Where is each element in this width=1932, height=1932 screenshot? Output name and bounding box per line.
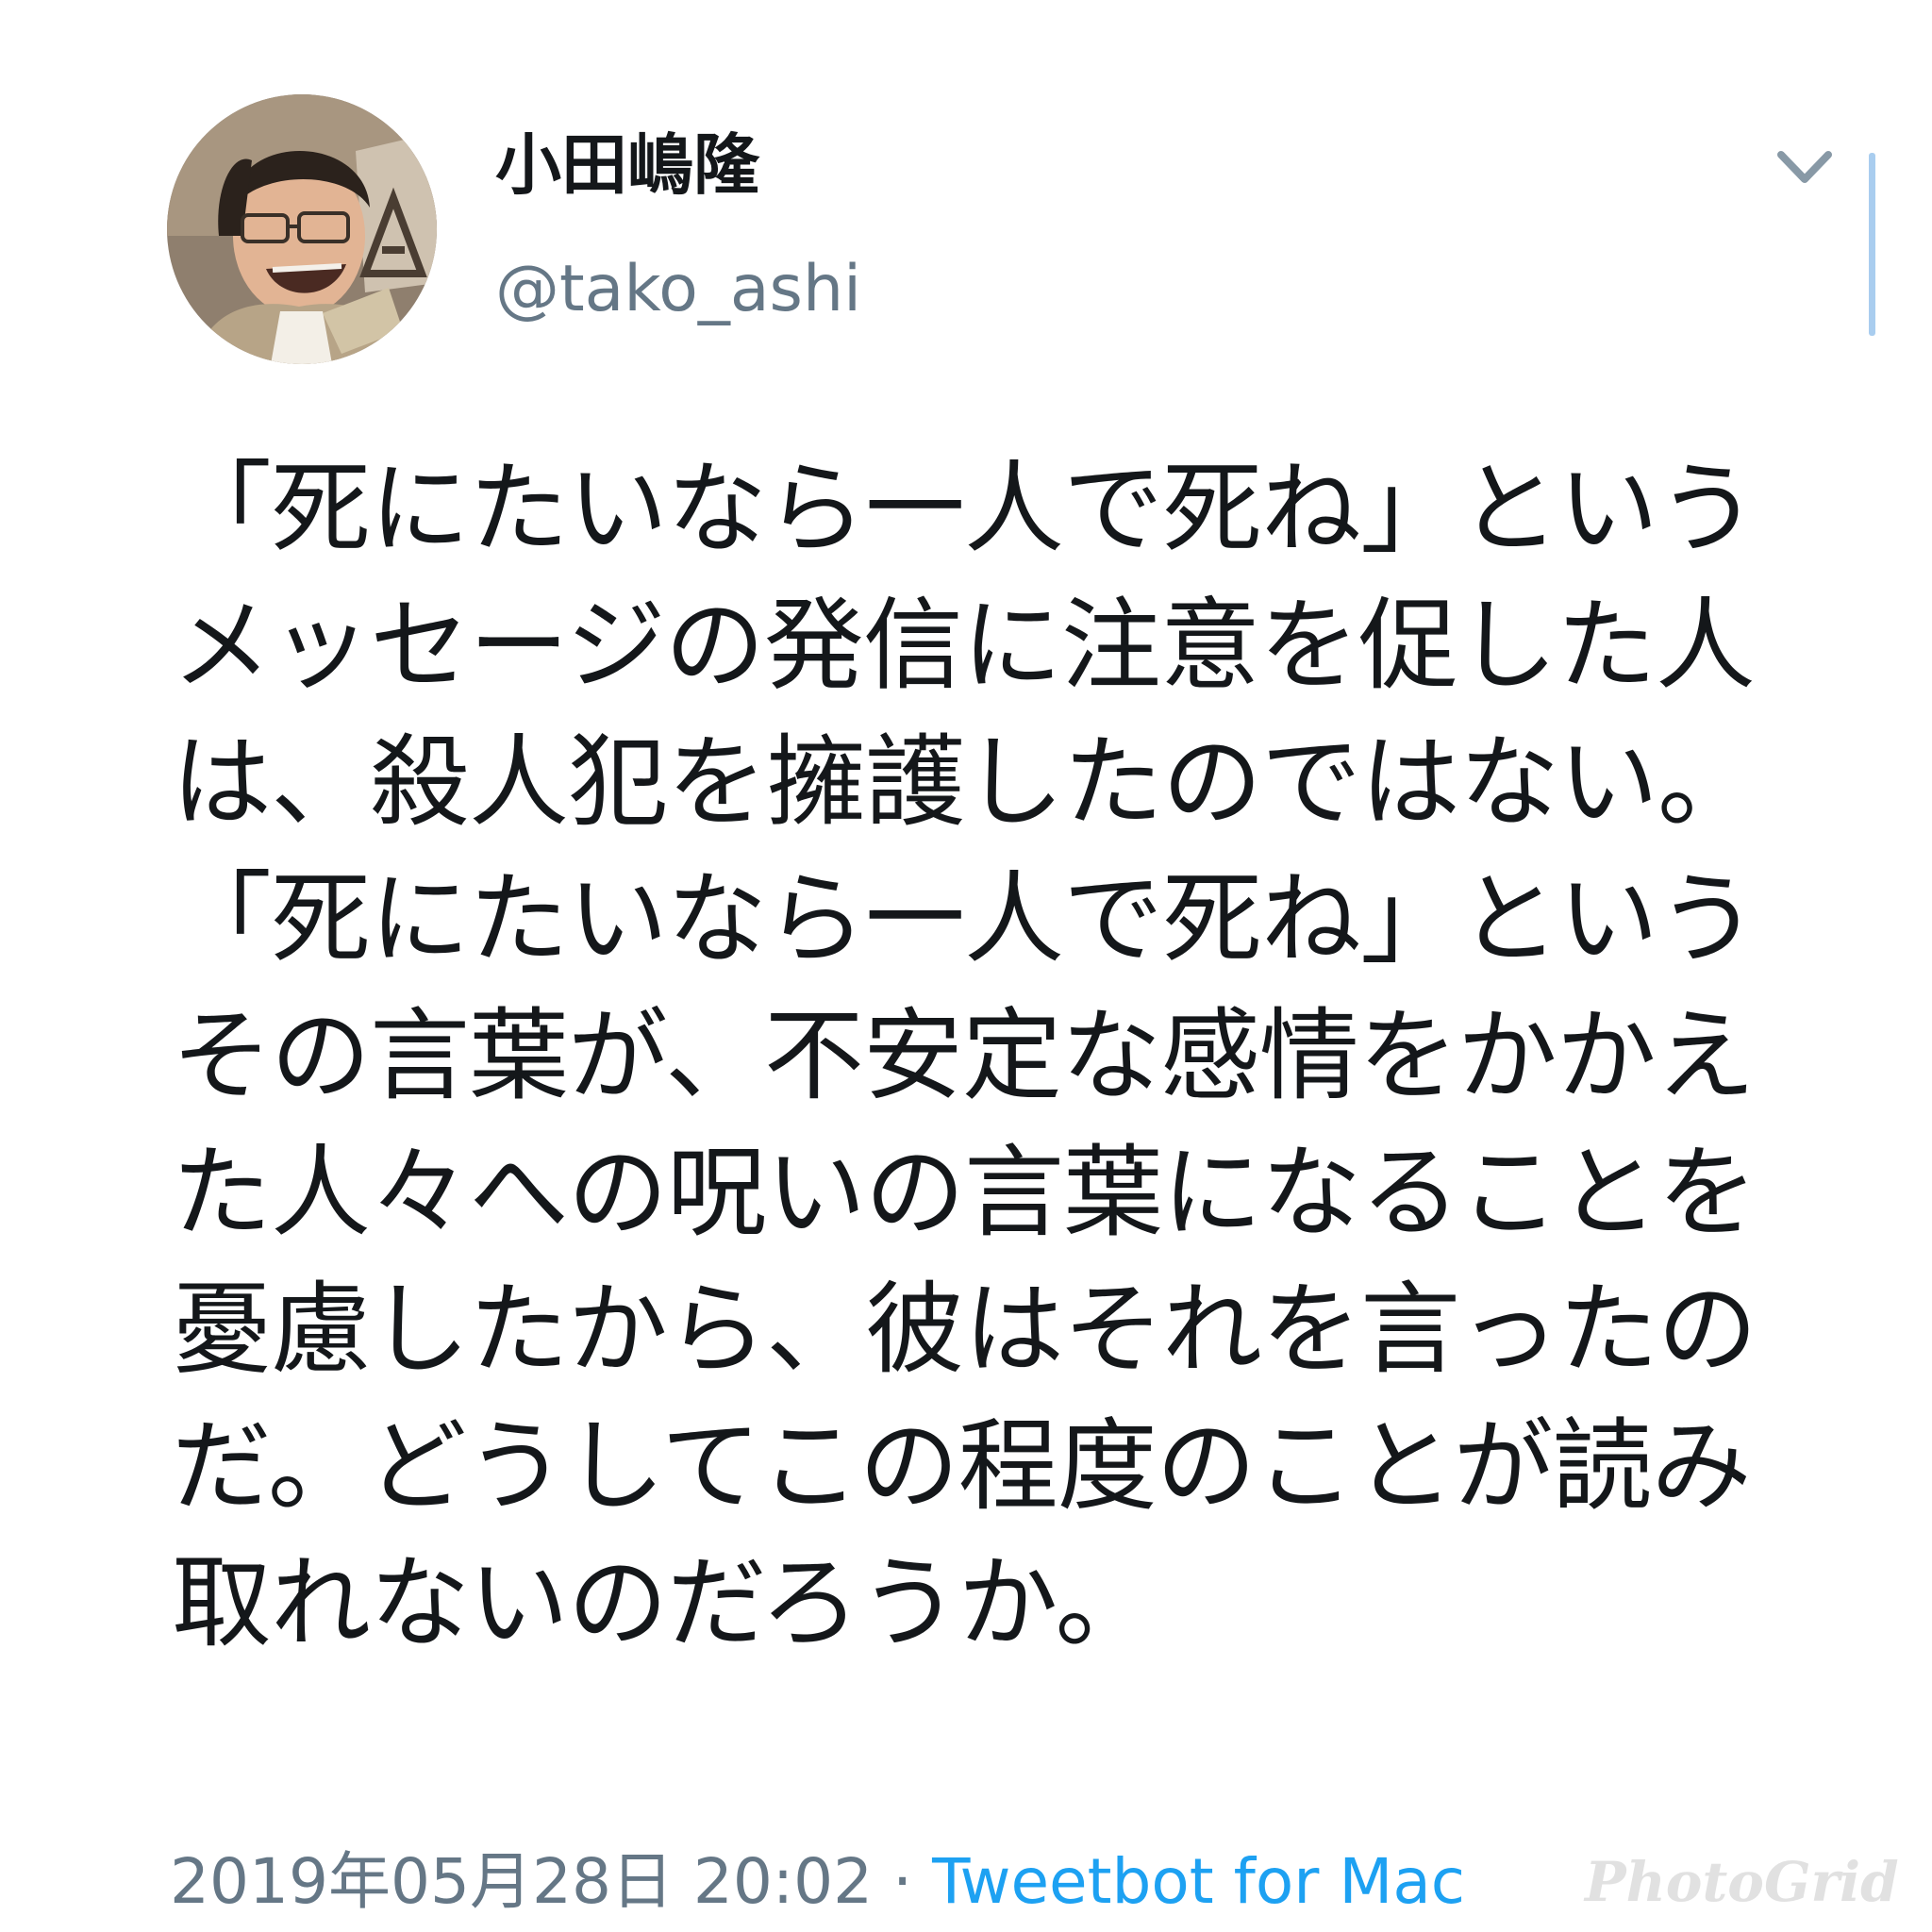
watermark: PhotoGrid bbox=[1585, 1850, 1899, 1914]
source-link[interactable]: Tweetbot for Mac bbox=[932, 1845, 1465, 1918]
handle[interactable]: @tako_ashi bbox=[495, 247, 861, 332]
display-name[interactable]: 小田嶋隆 bbox=[495, 123, 759, 208]
more-options-button[interactable] bbox=[1772, 142, 1838, 198]
tweet-card: 小田嶋隆 @tako_ashi 「死にたいなら一人で死ね」というメッセージの発信… bbox=[0, 0, 1932, 1932]
avatar[interactable] bbox=[167, 94, 437, 364]
timestamp[interactable]: 2019年05月28日 20:02 bbox=[170, 1845, 873, 1918]
tweet-meta: 2019年05月28日 20:02 · Tweetbot for Mac bbox=[170, 1840, 1465, 1924]
scrollbar[interactable] bbox=[1869, 153, 1875, 336]
tweet-text: 「死にたいなら一人で死ね」というメッセージの発信に注意を促した人は、殺人犯を擁護… bbox=[172, 451, 1757, 1661]
chevron-down-icon bbox=[1777, 151, 1832, 183]
avatar-photo-icon bbox=[167, 94, 437, 364]
meta-separator: · bbox=[873, 1845, 933, 1918]
